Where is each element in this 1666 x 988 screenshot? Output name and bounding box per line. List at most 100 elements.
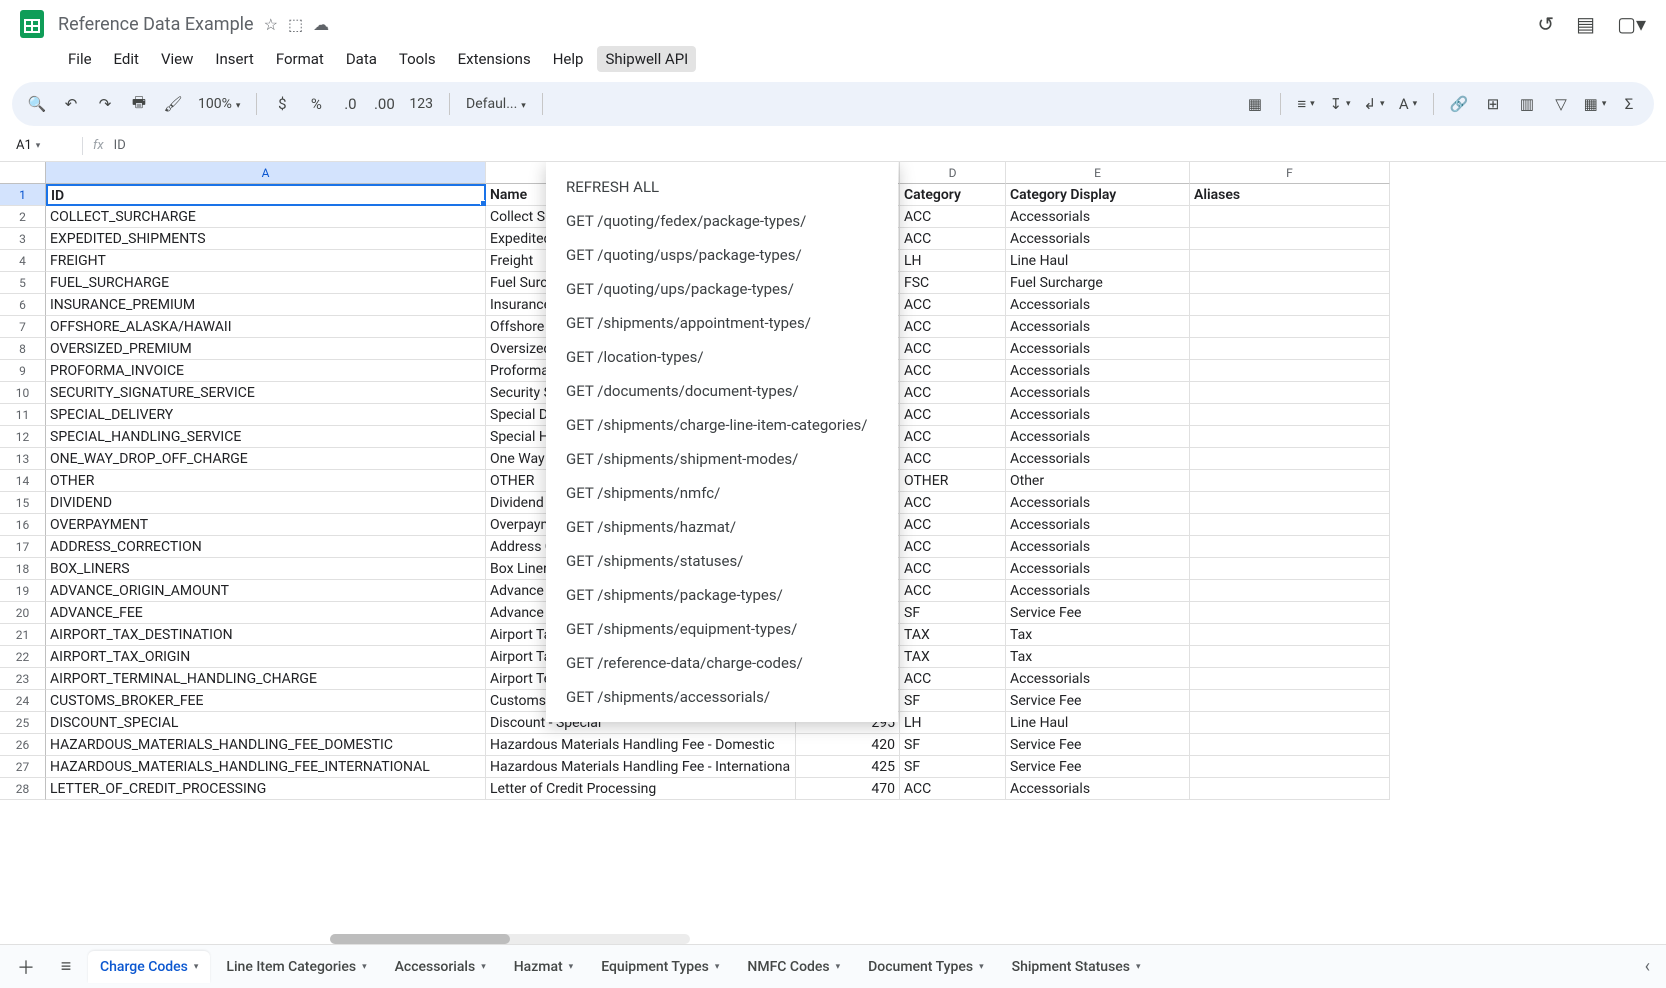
cell[interactable]: Letter of Credit Processing <box>486 778 796 800</box>
cell[interactable] <box>1190 514 1390 536</box>
cell[interactable]: SPECIAL_HANDLING_SERVICE <box>46 426 486 448</box>
dropdown-item[interactable]: GET /shipments/accessorials/ <box>546 680 898 714</box>
cell[interactable]: ACC <box>900 668 1006 690</box>
cell[interactable]: Accessorials <box>1006 426 1190 448</box>
row-header[interactable]: 10 <box>0 382 46 404</box>
sheet-tab[interactable]: Accessorials <box>383 951 498 983</box>
decrease-decimal-icon[interactable]: .0 <box>335 89 365 119</box>
cell[interactable]: SF <box>900 602 1006 624</box>
increase-decimal-icon[interactable]: .00 <box>369 89 399 119</box>
header-cell[interactable]: Category Display <box>1006 184 1190 206</box>
row-header[interactable]: 1 <box>0 184 46 206</box>
filter-icon[interactable]: ▽ <box>1546 89 1576 119</box>
header-cell[interactable]: Aliases <box>1190 184 1390 206</box>
dropdown-item[interactable]: GET /shipments/appointment-types/ <box>546 306 898 340</box>
history-icon[interactable]: ↺ <box>1537 12 1554 36</box>
row-header[interactable]: 25 <box>0 712 46 734</box>
row-header[interactable]: 3 <box>0 228 46 250</box>
percent-icon[interactable]: % <box>301 89 331 119</box>
cell[interactable]: ACC <box>900 558 1006 580</box>
cell[interactable]: Other <box>1006 470 1190 492</box>
cell[interactable] <box>1190 382 1390 404</box>
video-icon[interactable]: ▢▾ <box>1617 12 1646 36</box>
cell[interactable]: OVERSIZED_PREMIUM <box>46 338 486 360</box>
cell[interactable]: SF <box>900 690 1006 712</box>
cell[interactable]: Accessorials <box>1006 294 1190 316</box>
row-header[interactable]: 26 <box>0 734 46 756</box>
cell[interactable]: ACC <box>900 448 1006 470</box>
cell[interactable]: ACC <box>900 426 1006 448</box>
row-header[interactable]: 19 <box>0 580 46 602</box>
row-header[interactable]: 24 <box>0 690 46 712</box>
column-header[interactable]: A <box>46 162 486 184</box>
menu-shipwell-api[interactable]: Shipwell API <box>597 46 696 72</box>
dropdown-item[interactable]: GET /shipments/nmfc/ <box>546 476 898 510</box>
move-icon[interactable]: ⬚ <box>288 15 303 34</box>
functions-icon[interactable]: Σ <box>1614 89 1644 119</box>
cell[interactable]: Fuel Surcharge <box>1006 272 1190 294</box>
sheet-tab[interactable]: Hazmat <box>502 951 585 983</box>
dropdown-item[interactable]: GET /shipments/charge-line-item-categori… <box>546 408 898 442</box>
cell[interactable]: AIRPORT_TERMINAL_HANDLING_CHARGE <box>46 668 486 690</box>
row-header[interactable]: 7 <box>0 316 46 338</box>
cell[interactable] <box>1190 734 1390 756</box>
comment-icon[interactable]: ⊞ <box>1478 89 1508 119</box>
cell[interactable]: ACC <box>900 778 1006 800</box>
cell[interactable] <box>1190 536 1390 558</box>
menu-extensions[interactable]: Extensions <box>450 46 539 72</box>
cell[interactable] <box>1190 338 1390 360</box>
cell[interactable]: TAX <box>900 646 1006 668</box>
column-header[interactable]: D <box>900 162 1006 184</box>
cell[interactable]: DIVIDEND <box>46 492 486 514</box>
cell[interactable]: ACC <box>900 228 1006 250</box>
row-header[interactable]: 4 <box>0 250 46 272</box>
cell[interactable] <box>1190 250 1390 272</box>
cell[interactable]: FSC <box>900 272 1006 294</box>
undo-icon[interactable]: ↶ <box>56 89 86 119</box>
currency-icon[interactable]: $ <box>267 89 297 119</box>
cell[interactable]: ACC <box>900 206 1006 228</box>
row-header[interactable]: 27 <box>0 756 46 778</box>
cell[interactable]: Accessorials <box>1006 668 1190 690</box>
cell[interactable] <box>1190 316 1390 338</box>
cell[interactable]: ACC <box>900 382 1006 404</box>
row-header[interactable]: 17 <box>0 536 46 558</box>
menu-insert[interactable]: Insert <box>207 46 261 72</box>
cell[interactable]: FUEL_SURCHARGE <box>46 272 486 294</box>
menu-view[interactable]: View <box>153 46 201 72</box>
row-header[interactable]: 12 <box>0 426 46 448</box>
cell[interactable] <box>1190 646 1390 668</box>
cell[interactable]: AIRPORT_TAX_ORIGIN <box>46 646 486 668</box>
cell[interactable]: Service Fee <box>1006 602 1190 624</box>
cell[interactable]: LH <box>900 250 1006 272</box>
cell[interactable]: ACC <box>900 492 1006 514</box>
cell[interactable]: ACC <box>900 536 1006 558</box>
row-header[interactable]: 18 <box>0 558 46 580</box>
valign-icon[interactable]: ↧ <box>1325 89 1355 119</box>
dropdown-item[interactable]: GET /shipments/hazmat/ <box>546 510 898 544</box>
zoom-select[interactable]: 100% <box>192 96 246 112</box>
menu-data[interactable]: Data <box>338 46 385 72</box>
sheet-tab[interactable]: Shipment Statuses <box>1000 951 1153 983</box>
cell[interactable]: Accessorials <box>1006 338 1190 360</box>
column-header[interactable]: E <box>1006 162 1190 184</box>
horizontal-scrollbar[interactable] <box>330 934 690 944</box>
redo-icon[interactable]: ↷ <box>90 89 120 119</box>
cell[interactable] <box>1190 294 1390 316</box>
cell[interactable]: SF <box>900 756 1006 778</box>
paint-format-icon[interactable]: 🖌 <box>158 89 188 119</box>
all-sheets-button[interactable]: ≡ <box>48 949 84 985</box>
cell[interactable] <box>1190 580 1390 602</box>
cloud-icon[interactable]: ☁ <box>313 15 329 34</box>
dropdown-item[interactable]: GET /quoting/usps/package-types/ <box>546 238 898 272</box>
cell[interactable] <box>1190 360 1390 382</box>
link-icon[interactable]: 🔗 <box>1444 89 1474 119</box>
formula-bar[interactable]: ID <box>114 138 126 153</box>
column-header[interactable]: F <box>1190 162 1390 184</box>
row-header[interactable]: 2 <box>0 206 46 228</box>
cell[interactable]: Accessorials <box>1006 382 1190 404</box>
cell[interactable]: Hazardous Materials Handling Fee - Domes… <box>486 734 796 756</box>
row-header[interactable]: 15 <box>0 492 46 514</box>
rotate-icon[interactable]: A <box>1393 89 1423 119</box>
star-icon[interactable]: ☆ <box>264 15 278 34</box>
